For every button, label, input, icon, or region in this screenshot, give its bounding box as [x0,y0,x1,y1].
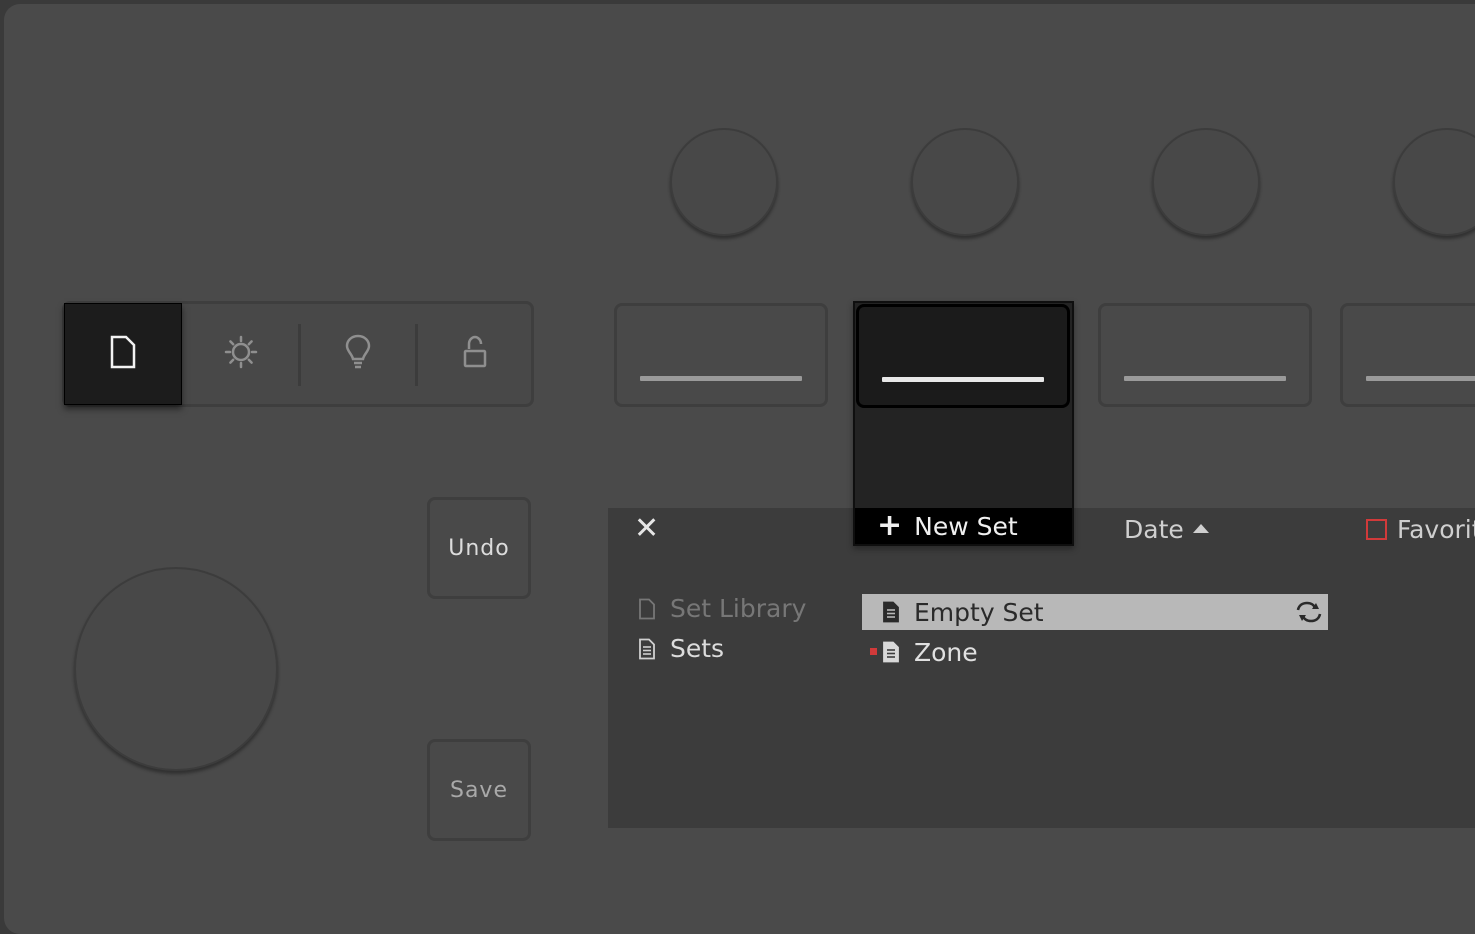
mode-button-lock[interactable] [416,304,533,404]
sync-icon [1294,600,1324,624]
file-label: Zone [914,637,978,667]
set-file-icon [882,641,900,663]
set-file-icon [638,638,656,660]
encoder-knob-1[interactable] [670,128,778,236]
sort-ascending-icon [1192,523,1209,533]
encoder-knob-2[interactable] [911,128,1019,236]
lock-icon [461,334,489,374]
file-row-empty-set[interactable]: Empty Set [862,594,1328,630]
document-icon [109,335,137,373]
document-icon [638,598,656,620]
close-icon[interactable]: ✕ [634,514,659,544]
display-pad-2[interactable] [856,304,1070,408]
gear-icon [223,334,259,374]
sort-label: Date [1124,515,1184,544]
pad-indicator [1366,376,1475,381]
location-label: Set Library [670,594,807,623]
mode-button-settings[interactable] [182,304,299,404]
save-button[interactable]: Save [427,739,531,841]
favorites-filter[interactable]: Favorit [1366,515,1475,544]
display-pad-4[interactable] [1340,303,1475,407]
sort-by-date[interactable]: Date [1124,515,1209,544]
main-encoder-knob[interactable] [74,567,278,771]
set-browser-panel: ✕ Date Favorit Set Library Sets Empty Se… [608,508,1475,828]
new-set-popup: + New Set [853,301,1074,546]
location-label: Sets [670,634,725,663]
mode-selector-bar [62,301,534,407]
encoder-knob-4[interactable] [1393,128,1475,236]
display-pad-3[interactable] [1098,303,1312,407]
file-row-zone[interactable]: Zone [862,634,1328,670]
pad-indicator [882,377,1044,382]
display-pad-1[interactable] [614,303,828,407]
location-set-library[interactable]: Set Library [638,594,806,623]
device-panel: Undo Save ✕ Date Favorit Set Library Set… [4,4,1475,934]
mode-button-tips[interactable] [299,304,416,404]
favorites-label: Favorit [1397,515,1475,544]
new-set-button[interactable]: + New Set [855,508,1072,544]
encoder-knob-3[interactable] [1152,128,1260,236]
plus-icon: + [877,508,903,543]
set-file-icon [882,601,900,623]
lightbulb-icon [344,333,372,375]
file-label: Empty Set [914,597,1044,627]
favorites-checkbox[interactable] [1366,519,1387,540]
new-set-label: New Set [914,511,1018,541]
pad-indicator [640,376,802,381]
pad-indicator [1124,376,1286,381]
undo-button[interactable]: Undo [427,497,531,599]
mode-button-set[interactable] [64,303,182,405]
color-tag [870,648,877,655]
location-sets[interactable]: Sets [638,634,724,663]
